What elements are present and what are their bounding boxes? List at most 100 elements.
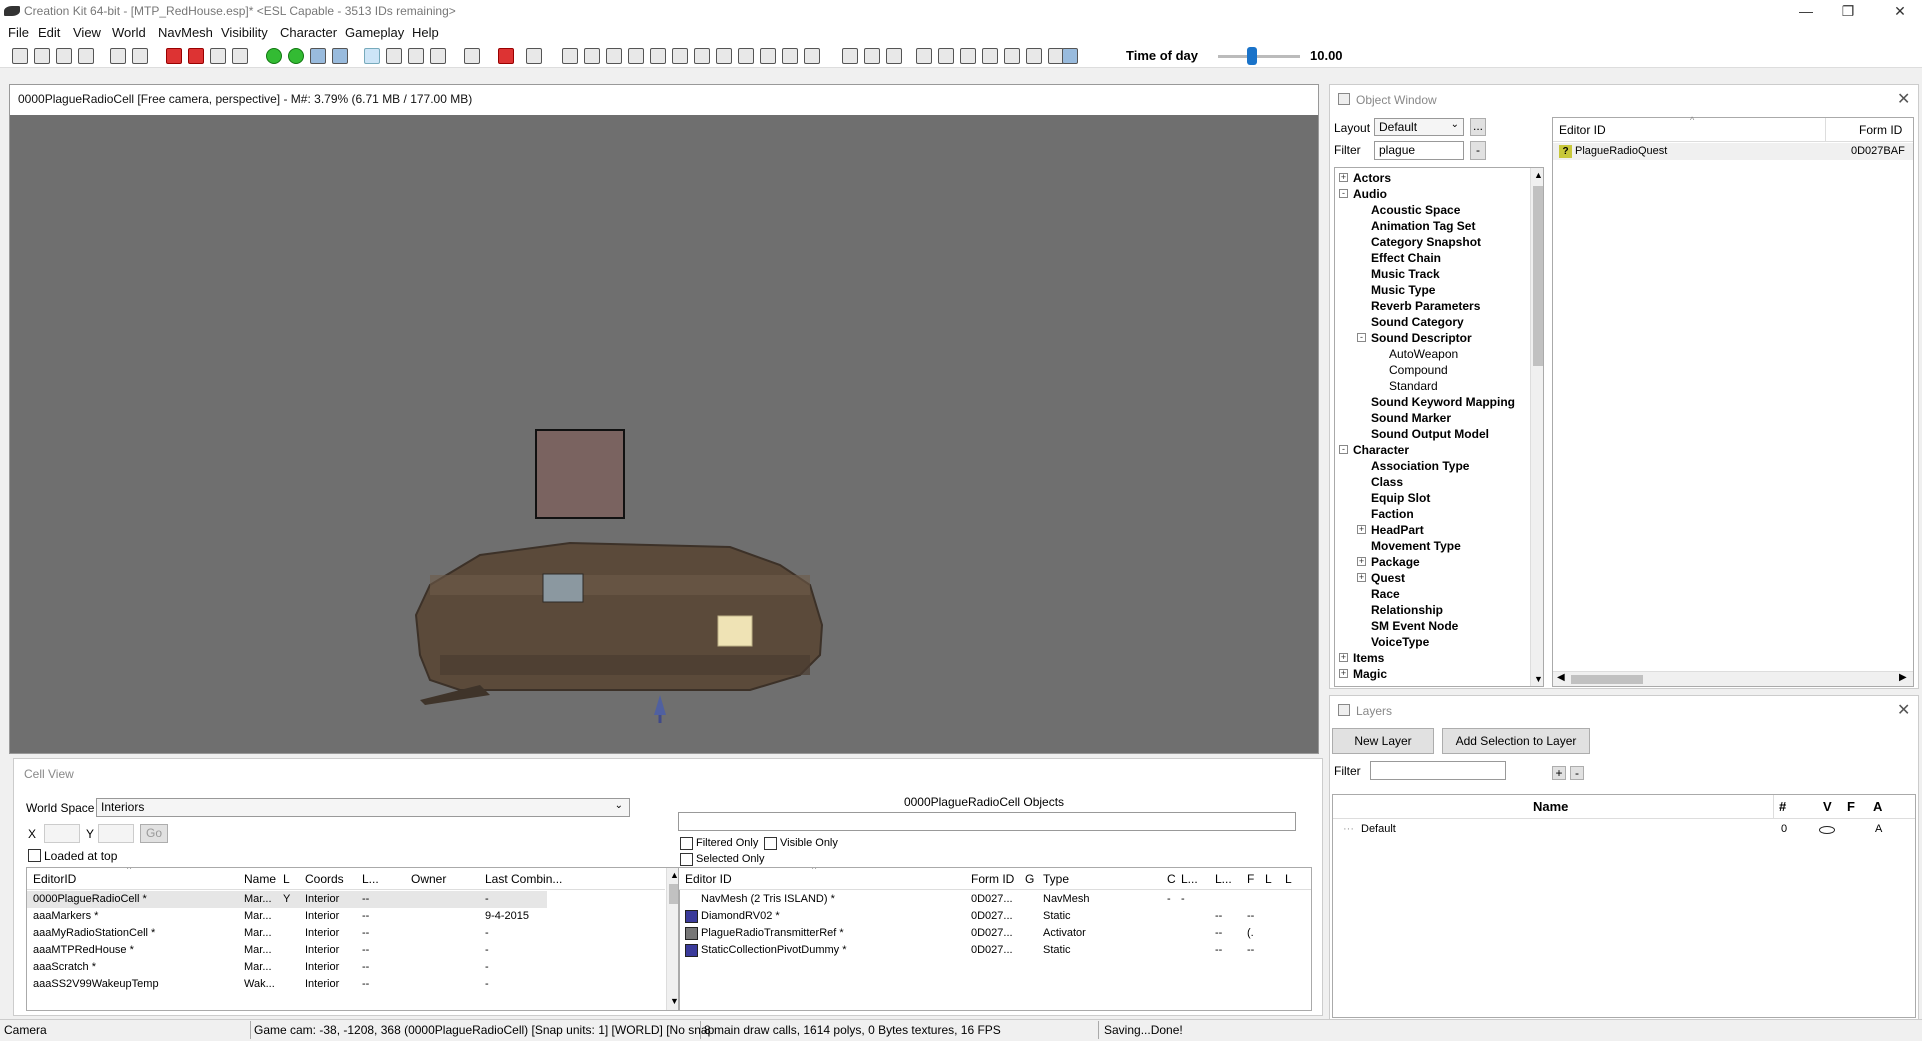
menu-navmesh[interactable]: NavMesh — [158, 25, 213, 40]
tool-r-icon[interactable] — [960, 48, 976, 64]
foliage-icon[interactable] — [408, 48, 424, 64]
tree-item[interactable]: Sound Output Model — [1371, 426, 1489, 442]
col-last-combined[interactable]: Last Combin... — [485, 872, 562, 886]
tool-f-icon[interactable] — [672, 48, 688, 64]
cell-row[interactable]: aaaMyRadioStationCell * Mar... Interior -- - — [27, 925, 547, 942]
expand-icon[interactable]: + — [1357, 557, 1366, 566]
expand-icon[interactable]: + — [1339, 653, 1348, 662]
col-coords[interactable]: Coords — [305, 872, 344, 886]
col-visible[interactable]: V — [1823, 799, 1832, 814]
tree-item[interactable]: Sound Keyword Mapping — [1371, 394, 1515, 410]
speech-bubble-icon[interactable] — [464, 48, 480, 64]
tree-item[interactable]: Relationship — [1371, 602, 1443, 618]
tool-o-icon[interactable] — [886, 48, 902, 64]
tree-item[interactable]: Faction — [1371, 506, 1414, 522]
menu-edit[interactable]: Edit — [38, 25, 60, 40]
tree-item[interactable]: Movement Type — [1371, 538, 1461, 554]
tree-item[interactable]: VoiceType — [1371, 634, 1429, 650]
col-owner[interactable]: Owner — [411, 872, 446, 886]
tool-w-icon[interactable] — [1062, 48, 1078, 64]
rotate-snap-icon[interactable] — [232, 48, 248, 64]
go-button[interactable]: Go — [140, 824, 168, 843]
time-of-day-slider[interactable] — [1218, 55, 1300, 58]
tree-scrollbar[interactable]: ▲ ▼ — [1530, 168, 1543, 686]
minimize-button[interactable]: — — [1796, 2, 1816, 20]
tool-t-icon[interactable] — [1004, 48, 1020, 64]
filter-clear-button[interactable]: - — [1470, 141, 1486, 160]
tree-scroll-thumb[interactable] — [1533, 186, 1543, 366]
tool-g-icon[interactable] — [694, 48, 710, 64]
tree-item[interactable]: Music Type — [1371, 282, 1435, 298]
col-obj-l4[interactable]: L — [1285, 872, 1292, 886]
col-editor-id[interactable]: Editor ID — [1559, 123, 1606, 137]
tree-item[interactable]: Reverb Parameters — [1371, 298, 1480, 314]
tree-item[interactable]: Audio — [1353, 186, 1387, 202]
lighting-icon[interactable] — [386, 48, 402, 64]
cell-row[interactable]: aaaSS2V99WakeupTemp Wak... Interior -- - — [27, 976, 547, 993]
landscape-icon[interactable] — [288, 48, 304, 64]
tool-c-icon[interactable] — [606, 48, 622, 64]
layout-more-button[interactable]: ... — [1470, 118, 1486, 136]
undo-icon[interactable] — [110, 48, 126, 64]
tree-item[interactable]: Magic — [1353, 666, 1387, 682]
tree-item[interactable]: Category Snapshot — [1371, 234, 1481, 250]
layers-close-icon[interactable]: ✕ — [1897, 700, 1910, 720]
object-row[interactable]: ? PlagueRadioQuest 0D027BAF — [1553, 143, 1913, 160]
tree-item[interactable]: Equip Slot — [1371, 490, 1430, 506]
y-coord-input[interactable] — [98, 824, 134, 843]
tree-item[interactable]: Actors — [1353, 170, 1391, 186]
tool-n-icon[interactable] — [864, 48, 880, 64]
object-list[interactable]: Editor ID ^ Form ID ? PlagueRadioQuest 0… — [1552, 115, 1914, 687]
render-window[interactable]: 0000PlagueRadioCell [Free camera, perspe… — [9, 84, 1319, 754]
col-obj-l2[interactable]: L... — [1215, 872, 1232, 886]
tree-item[interactable]: Standard — [1389, 378, 1438, 394]
render-toggle-icon[interactable] — [166, 48, 182, 64]
close-button[interactable]: ✕ — [1890, 2, 1910, 20]
tree-item[interactable]: Race — [1371, 586, 1400, 602]
cell-object-row[interactable]: DiamondRV02 * 0D027... Static -- -- — [679, 908, 1311, 925]
col-editorid[interactable]: EditorID — [33, 872, 76, 886]
col-name[interactable]: Name — [1533, 799, 1568, 814]
cell-object-row[interactable]: PlagueRadioTransmitterRef * 0D027... Activ… — [679, 925, 1311, 942]
tool-s-icon[interactable] — [982, 48, 998, 64]
tree-item[interactable]: Animation Tag Set — [1371, 218, 1475, 234]
col-frozen[interactable]: F — [1847, 799, 1855, 814]
tree-item[interactable]: Sound Descriptor — [1371, 330, 1472, 346]
object-window-close-icon[interactable]: ✕ — [1897, 89, 1910, 109]
tool-b-icon[interactable] — [584, 48, 600, 64]
save-icon[interactable] — [34, 48, 50, 64]
tree-item[interactable]: Package — [1371, 554, 1420, 570]
tree-item[interactable]: HeadPart — [1371, 522, 1424, 538]
scroll-down-icon[interactable]: ▼ — [1534, 674, 1543, 684]
tool-d-icon[interactable] — [628, 48, 644, 64]
layers-filter-input[interactable] — [1370, 761, 1506, 780]
tool-q-icon[interactable] — [938, 48, 954, 64]
tool-i-icon[interactable] — [738, 48, 754, 64]
tree-item[interactable]: Sound Category — [1371, 314, 1464, 330]
sky-icon[interactable] — [266, 48, 282, 64]
tool-l-icon[interactable] — [804, 48, 820, 64]
filter-input[interactable]: plague — [1374, 141, 1464, 160]
tree-item[interactable]: Class — [1371, 474, 1403, 490]
col-obj-form-id[interactable]: Form ID — [971, 872, 1014, 886]
col-obj-f[interactable]: F — [1247, 872, 1254, 886]
open-icon[interactable] — [12, 48, 28, 64]
tool-u-icon[interactable] — [1026, 48, 1042, 64]
menu-visibility[interactable]: Visibility — [221, 25, 268, 40]
tree-item[interactable]: Compound — [1389, 362, 1448, 378]
fog-icon[interactable] — [526, 48, 542, 64]
maximize-button[interactable]: ❐ — [1838, 2, 1858, 20]
preferences-icon[interactable] — [56, 48, 72, 64]
tree-item[interactable]: Association Type — [1371, 458, 1469, 474]
tool-m-icon[interactable] — [842, 48, 858, 64]
menu-character[interactable]: Character — [280, 25, 337, 40]
menu-file[interactable]: File — [8, 25, 29, 40]
collapse-icon[interactable]: - — [1357, 333, 1366, 342]
scroll-up-icon[interactable]: ▲ — [1534, 170, 1543, 180]
col-obj-c[interactable]: C — [1167, 872, 1176, 886]
water-icon[interactable] — [430, 48, 446, 64]
menu-help[interactable]: Help — [412, 25, 439, 40]
expand-icon[interactable]: + — [1339, 173, 1348, 182]
mesh-icon[interactable] — [332, 48, 348, 64]
redo-icon[interactable] — [132, 48, 148, 64]
